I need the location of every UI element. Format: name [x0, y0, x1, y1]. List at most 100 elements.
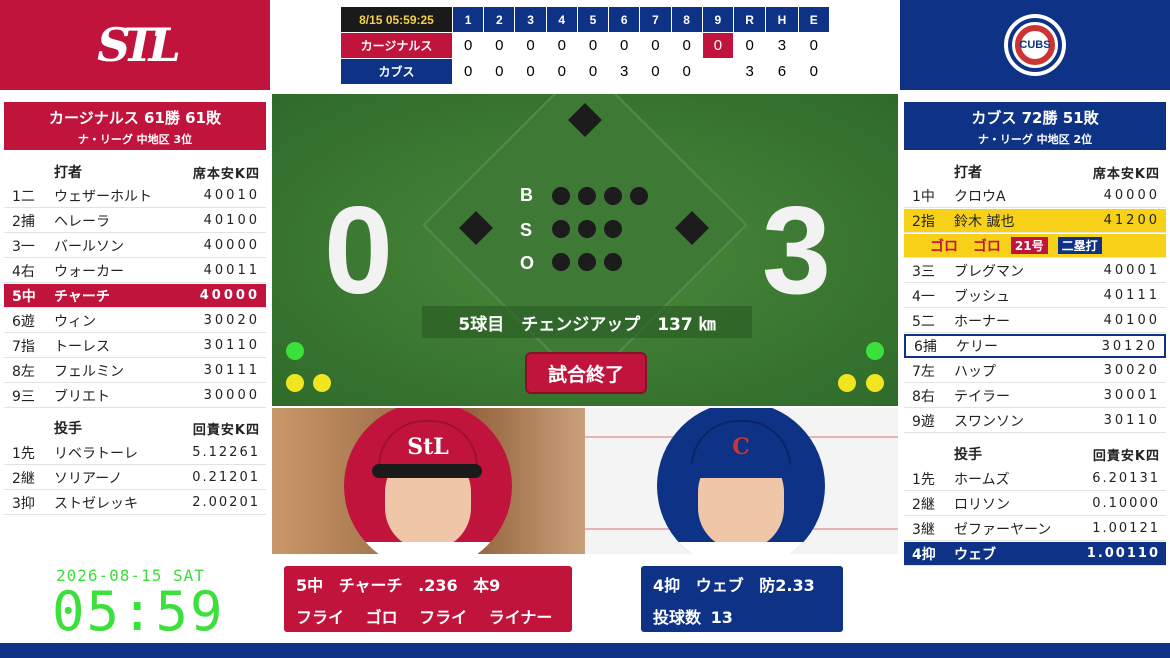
- cardinals-logo: STL: [0, 0, 270, 90]
- batter-info-line2: フライ ゴロ フライ ライナー: [296, 608, 553, 627]
- away-indicator-green: [286, 342, 304, 360]
- home-indicator-green: [866, 342, 884, 360]
- inning-header: 7: [639, 6, 672, 33]
- score-cell: 0: [483, 32, 516, 59]
- score-cell: 3: [608, 58, 641, 85]
- home-batter-row-selected[interactable]: 6捕 ケリー 30120: [904, 334, 1166, 358]
- out-light: [604, 253, 622, 271]
- clock-time: 05:59: [52, 580, 225, 643]
- away-batter-row[interactable]: 2捕 ヘレーラ 40100: [4, 209, 266, 233]
- away-batter-row[interactable]: 7指 トーレス 30110: [4, 334, 266, 358]
- inning-header: 4: [545, 6, 578, 33]
- cap-brim: [372, 464, 482, 478]
- datetime: 8/15 05:59:25: [340, 6, 453, 33]
- home-batter-row[interactable]: 1中 クロウA 40000: [904, 184, 1166, 208]
- home-batter-row[interactable]: 3三 ブレグマン 40001: [904, 259, 1166, 283]
- home-team-name: カブス: [340, 58, 453, 85]
- pitch-info: 5球目 チェンジアップ 137 ㎞: [422, 306, 752, 338]
- batter-photo-card: StL: [272, 408, 585, 554]
- away-batter-row[interactable]: 6遊 ウィン 30020: [4, 309, 266, 333]
- score-cell: 0: [545, 58, 578, 85]
- score-cell: 0: [639, 58, 672, 85]
- strike-label: S: [520, 220, 533, 240]
- batter-jersey: [344, 542, 512, 554]
- away-batter-row[interactable]: 8左 フェルミン 30111: [4, 359, 266, 383]
- away-batter-row-current[interactable]: 5中 チャーチ 40000: [4, 284, 266, 308]
- out-light: [578, 253, 596, 271]
- suzuki-results: ゴロ ゴロ: [930, 238, 1001, 255]
- score-cell: 0: [451, 58, 485, 85]
- cubs-logo-icon: CUBS: [1004, 14, 1066, 76]
- stl-logo-icon: STL: [97, 18, 181, 72]
- home-score: 3: [762, 182, 831, 320]
- home-run-tag: 21号: [1010, 237, 1048, 254]
- away-score: 0: [324, 182, 393, 320]
- errors-header: E: [797, 6, 831, 33]
- score-cell: 0: [576, 32, 610, 59]
- away-pitcher-row[interactable]: 3抑 ストゼレッキ 2.00201: [4, 491, 266, 515]
- away-team-record: カージナルス 61勝 61敗: [49, 109, 221, 127]
- score-cell: 0: [545, 32, 578, 59]
- home-pitcher-row[interactable]: 1先 ホームズ 6.20131: [904, 467, 1166, 491]
- score-cell: 0: [797, 58, 831, 85]
- inning-header: 1: [451, 6, 485, 33]
- strike-light: [604, 220, 622, 238]
- score-cell: 0: [451, 32, 485, 59]
- double-tag: 二塁打: [1057, 237, 1102, 254]
- cap-brim: [685, 464, 795, 478]
- pitcher-info-box: 4抑 ウェブ 防2.33 投球数 13: [641, 566, 843, 632]
- hits-header: H: [765, 6, 799, 33]
- home-batter-row[interactable]: 7左 ハップ 30020: [904, 359, 1166, 383]
- away-batter-row[interactable]: 1二 ウェザーホルト 40010: [4, 184, 266, 208]
- cubs-logo: CUBS: [900, 0, 1170, 90]
- away-pitcher-row[interactable]: 1先 リベラトーレ 5.12261: [4, 441, 266, 465]
- home-batter-row[interactable]: 4一 ブッシュ 40111: [904, 284, 1166, 308]
- home-pitcher-header: 投手 回責安K四: [954, 447, 1160, 464]
- suzuki-results-row: ゴロ ゴロ 21号 二塁打: [904, 234, 1166, 258]
- home-team-record: カブス 72勝 51敗: [971, 109, 1099, 127]
- strike-light: [552, 220, 570, 238]
- score-cell: 3: [765, 32, 799, 59]
- score-cell: 0: [483, 58, 516, 85]
- home-pitcher-row[interactable]: 3継 ゼファーヤーン 1.00121: [904, 517, 1166, 541]
- ball-light: [604, 187, 622, 205]
- home-team-standing: ナ・リーグ 中地区 2位: [977, 133, 1093, 146]
- home-batter-row[interactable]: 9遊 スワンソン 30110: [904, 409, 1166, 433]
- inning-header: 8: [670, 6, 703, 33]
- home-batter-row[interactable]: 8右 テイラー 30001: [904, 384, 1166, 408]
- away-batter-row[interactable]: 4右 ウォーカー 40011: [4, 259, 266, 283]
- away-pitcher-header: 投手 回責安K四: [54, 421, 260, 438]
- score-cell: 0: [797, 32, 831, 59]
- home-pitcher-row-current[interactable]: 4抑 ウェブ 1.00110: [904, 542, 1166, 566]
- score-cell: 0: [670, 58, 703, 85]
- away-team-standing: ナ・リーグ 中地区 3位: [77, 133, 193, 146]
- pitcher-info-line2: 投球数 13: [653, 608, 733, 627]
- home-indicator-yellow: [838, 374, 856, 392]
- pitcher-photo-card: C: [585, 408, 898, 554]
- score-cell: [701, 58, 734, 85]
- home-batter-row-highlight[interactable]: 2指 鈴木 誠也 41200: [904, 209, 1166, 233]
- score-cell-current: 0: [701, 32, 734, 59]
- runs-header: R: [732, 6, 767, 33]
- out-label: O: [520, 253, 535, 273]
- line-score: 8/15 05:59:25 1 2 3 4 5 6 7 8 9 R H E カー…: [340, 6, 831, 85]
- away-batter-row[interactable]: 9三 ブリエト 30000: [4, 384, 266, 408]
- inning-header: 3: [514, 6, 547, 33]
- pitcher-info-line1: 4抑 ウェブ 防2.33: [653, 576, 815, 595]
- away-indicator-yellow: [286, 374, 304, 392]
- score-cell: 0: [514, 32, 547, 59]
- batter-photo: StL: [344, 408, 512, 554]
- pitcher-photo: C: [657, 408, 825, 554]
- score-cell: 3: [732, 58, 767, 85]
- away-pitcher-row[interactable]: 2継 ソリアーノ 0.21201: [4, 466, 266, 490]
- game-over-button[interactable]: 試合終了: [525, 352, 647, 394]
- pitcher-jersey: [657, 542, 825, 554]
- home-batter-row[interactable]: 5二 ホーナー 40100: [904, 309, 1166, 333]
- strike-light: [578, 220, 596, 238]
- away-batter-row[interactable]: 3一 バールソン 40000: [4, 234, 266, 258]
- out-light: [552, 253, 570, 271]
- home-pitcher-row[interactable]: 2継 ロリソン 0.10000: [904, 492, 1166, 516]
- away-team-name: カージナルス: [340, 32, 453, 59]
- inning-header: 2: [483, 6, 516, 33]
- batter-info-line1: 5中 チャーチ .236 本9: [296, 576, 501, 595]
